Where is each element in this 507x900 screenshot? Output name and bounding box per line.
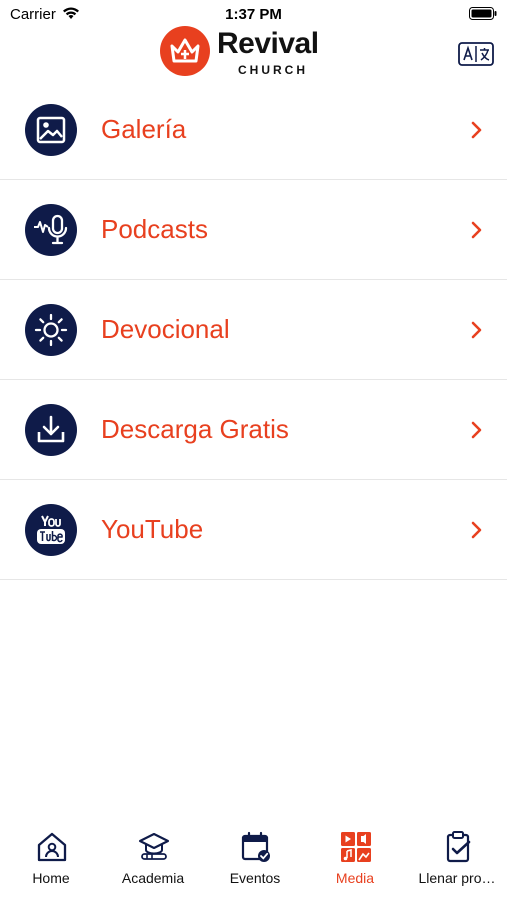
menu-item-label: YouTube	[101, 514, 204, 544]
menu-item-devocional[interactable]: Devocional	[0, 280, 507, 380]
revival-church-logo: Revival CHURCH	[160, 26, 340, 78]
tab-bar: Home Academia Eventos Media Llenar pro…	[0, 822, 507, 900]
microphone-icon	[25, 204, 77, 256]
chevron-right-icon	[471, 521, 482, 539]
tab-label: Llenar pro…	[418, 870, 496, 886]
menu-item-label: Podcasts	[101, 214, 208, 244]
app-header: Revival CHURCH	[0, 22, 507, 82]
graduation-cap-icon	[138, 832, 170, 860]
tab-label: Media	[335, 870, 375, 886]
chevron-right-icon	[471, 121, 482, 139]
battery-icon	[469, 7, 497, 20]
sun-icon	[25, 304, 77, 356]
tab-eventos[interactable]: Eventos	[205, 822, 305, 892]
tab-media[interactable]: Media	[305, 822, 405, 892]
tab-label: Home	[32, 870, 70, 886]
menu-item-descarga-gratis[interactable]: Descarga Gratis	[0, 380, 507, 480]
tab-academia[interactable]: Academia	[103, 822, 203, 892]
media-grid-icon	[341, 832, 371, 862]
calendar-icon	[241, 831, 270, 862]
tab-label: Academia	[121, 870, 185, 886]
menu-item-youtube[interactable]: YouTube	[0, 480, 507, 580]
chevron-right-icon	[471, 421, 482, 439]
chevron-right-icon	[471, 321, 482, 339]
logo-wordmark: Revival	[217, 27, 319, 60]
download-icon	[25, 404, 77, 456]
tab-llenar-pro[interactable]: Llenar pro…	[407, 822, 507, 892]
gallery-icon	[25, 104, 77, 156]
menu-item-label: Devocional	[101, 314, 230, 344]
flame-logo-icon	[160, 26, 210, 76]
tab-home[interactable]: Home	[1, 822, 101, 892]
chevron-right-icon	[471, 221, 482, 239]
clock: 1:37 PM	[225, 6, 282, 23]
youtube-icon	[25, 504, 77, 556]
home-icon	[37, 832, 67, 862]
menu-item-podcasts[interactable]: Podcasts	[0, 180, 507, 280]
menu-item-label: Galería	[101, 114, 187, 144]
translate-icon[interactable]	[458, 42, 494, 66]
logo-subtitle: CHURCH	[238, 63, 308, 77]
menu-item-label: Descarga Gratis	[101, 414, 289, 444]
clipboard-icon	[446, 831, 471, 863]
menu-item-galeria[interactable]: Galería	[0, 80, 507, 180]
tab-label: Eventos	[229, 870, 281, 886]
media-menu: Galería Podcasts Devocional Descarga Gra…	[0, 80, 507, 580]
